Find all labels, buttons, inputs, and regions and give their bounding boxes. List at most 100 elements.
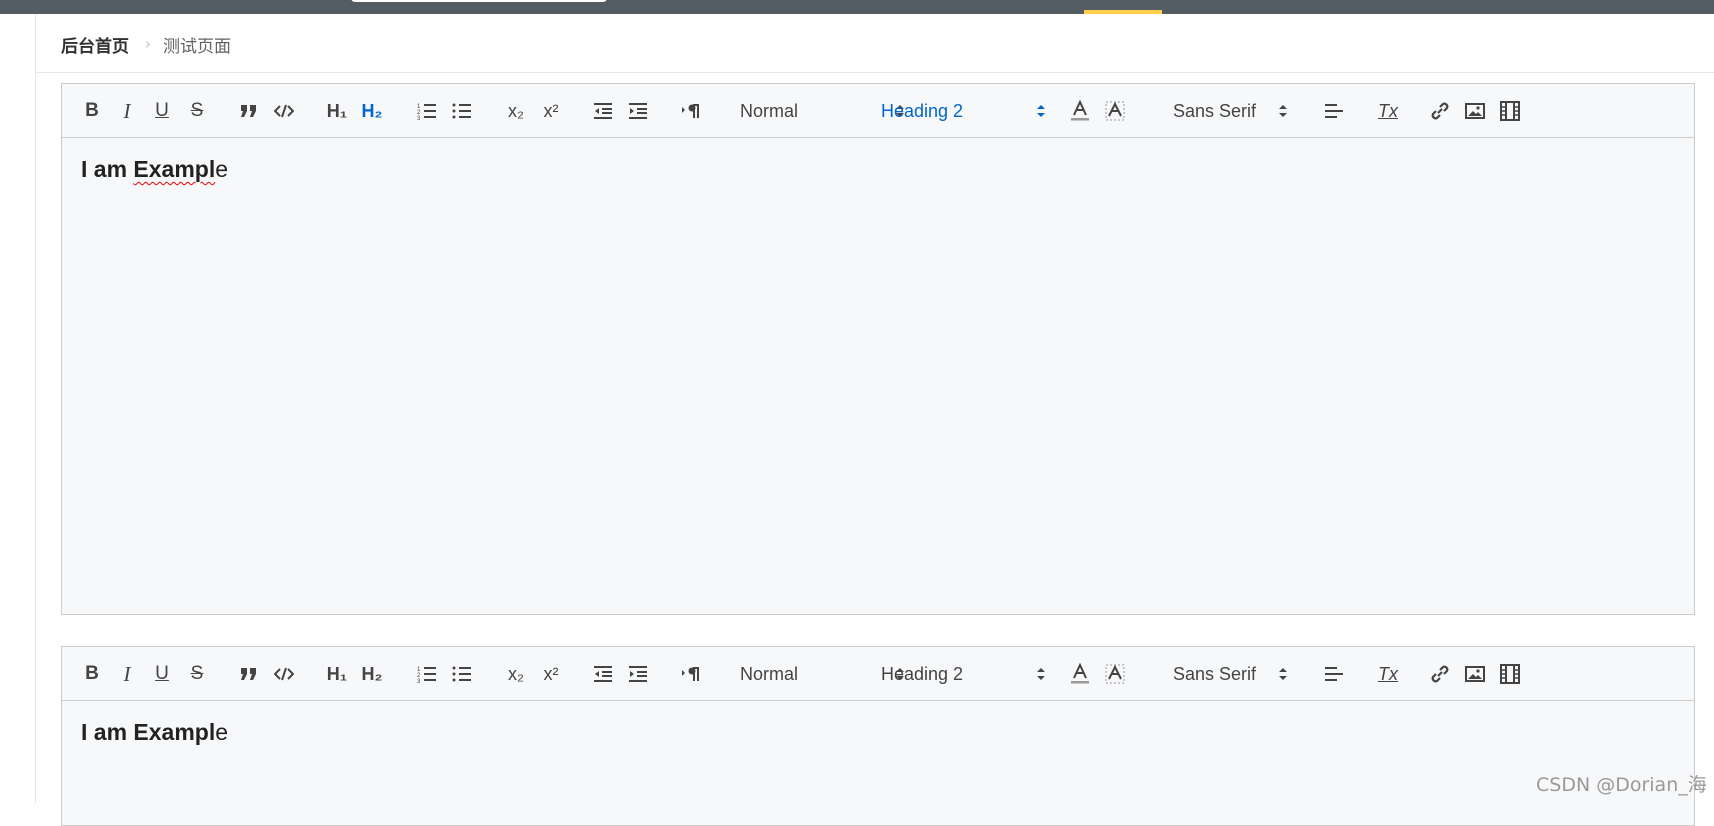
align-button[interactable]	[1323, 660, 1345, 688]
video-button[interactable]	[1499, 660, 1521, 688]
link-button[interactable]	[1429, 97, 1451, 125]
chevron-updown-icon	[1037, 668, 1045, 680]
text-direction-button[interactable]	[680, 97, 702, 125]
clear-format-button[interactable]: Tx	[1376, 660, 1400, 688]
sidebar	[0, 14, 36, 803]
breadcrumb-home[interactable]: 后台首页	[61, 32, 129, 57]
indent-icon	[629, 103, 647, 119]
navbar-search-box[interactable]	[351, 0, 607, 2]
video-button[interactable]	[1499, 97, 1521, 125]
link-icon	[1431, 665, 1449, 683]
chevron-updown-icon	[1279, 668, 1287, 680]
chevron-updown-icon	[1279, 105, 1287, 117]
content-text-tail: e	[215, 156, 229, 182]
blockquote-button[interactable]	[238, 97, 260, 125]
subscript-button[interactable]: x₂	[504, 97, 528, 125]
ordered-list-icon: 123	[417, 667, 436, 683]
text-color-icon	[1071, 100, 1089, 121]
outdent-button[interactable]	[592, 660, 614, 688]
text-direction-button[interactable]	[680, 660, 702, 688]
italic-button[interactable]: I	[117, 97, 137, 125]
align-button[interactable]	[1323, 97, 1345, 125]
superscript-button[interactable]: x²	[539, 660, 563, 688]
link-button[interactable]	[1429, 660, 1451, 688]
content-text-bold: I am Exampl	[81, 156, 216, 182]
text-color-icon	[1071, 663, 1089, 684]
h1-icon: H₁	[326, 100, 348, 121]
strike-icon: S	[190, 663, 204, 684]
top-navbar	[0, 0, 1714, 14]
text-direction-icon	[682, 667, 699, 681]
header-picker[interactable]: Heading 2	[881, 97, 1046, 125]
subscript-icon: x₂	[508, 100, 524, 121]
h2-icon: H₂	[361, 100, 383, 121]
background-color-button[interactable]	[1104, 97, 1126, 125]
size-picker-label: Normal	[740, 100, 799, 121]
bullet-list-button[interactable]	[451, 97, 473, 125]
strike-button[interactable]: S	[187, 660, 207, 688]
align-left-icon	[1325, 667, 1343, 681]
header-picker-label: Heading 2	[881, 663, 964, 684]
text-color-button[interactable]	[1069, 660, 1091, 688]
subscript-button[interactable]: x₂	[504, 660, 528, 688]
superscript-button[interactable]: x²	[539, 97, 563, 125]
code-block-button[interactable]	[273, 660, 295, 688]
header-1-button[interactable]: H₁	[324, 660, 350, 688]
blockquote-button[interactable]	[238, 660, 260, 688]
header-2-button[interactable]: H₂	[359, 660, 385, 688]
watermark: CSDN @Dorian_海	[1536, 774, 1707, 796]
text-color-button[interactable]	[1069, 97, 1091, 125]
misspelled-word: Exampl	[133, 156, 216, 182]
font-picker-label: Sans Serif	[1173, 100, 1257, 121]
outdent-icon	[594, 103, 612, 119]
font-picker[interactable]: Sans Serif	[1173, 97, 1288, 125]
content-text-tail: e	[215, 719, 229, 745]
underline-icon: U	[155, 100, 169, 121]
image-button[interactable]	[1464, 660, 1486, 688]
ordered-list-button[interactable]: 123	[416, 97, 438, 125]
code-block-button[interactable]	[273, 97, 295, 125]
bullet-list-icon	[452, 103, 471, 119]
rich-text-editor: B I U S H₁ H₂ 123 x₂ x² Normal Heading 2…	[61, 646, 1695, 826]
outdent-icon	[594, 666, 612, 682]
header-picker-label: Heading 2	[881, 100, 964, 121]
background-color-icon	[1105, 101, 1125, 121]
header-2-button[interactable]: H₂	[359, 97, 385, 125]
header-divider	[36, 72, 1714, 73]
bullet-list-icon	[452, 666, 471, 682]
underline-button[interactable]: U	[152, 97, 172, 125]
outdent-button[interactable]	[592, 97, 614, 125]
superscript-icon: x²	[543, 100, 559, 121]
italic-button[interactable]: I	[117, 660, 137, 688]
header-1-button[interactable]: H₁	[324, 97, 350, 125]
underline-icon: U	[155, 663, 169, 684]
bold-button[interactable]: B	[82, 97, 102, 125]
editor-content[interactable]: I am Example	[62, 701, 1694, 764]
blockquote-icon	[241, 105, 256, 117]
bullet-list-button[interactable]	[451, 660, 473, 688]
navbar-active-indicator	[1084, 10, 1162, 14]
indent-button[interactable]	[627, 660, 649, 688]
indent-button[interactable]	[627, 97, 649, 125]
rich-text-editor: B I U S H₁ H₂ 123 x₂ x² Normal Heading 2…	[61, 83, 1695, 615]
editor-toolbar: B I U S H₁ H₂ 123 x₂ x² Normal Heading 2…	[62, 84, 1694, 138]
underline-button[interactable]: U	[152, 660, 172, 688]
font-picker[interactable]: Sans Serif	[1173, 660, 1288, 688]
italic-icon: I	[123, 661, 131, 686]
image-button[interactable]	[1464, 97, 1486, 125]
breadcrumb: 后台首页 › 测试页面	[61, 32, 231, 57]
font-picker-label: Sans Serif	[1173, 663, 1257, 684]
ordered-list-button[interactable]: 123	[416, 660, 438, 688]
bold-icon: B	[85, 100, 99, 121]
image-icon	[1465, 666, 1485, 682]
clear-format-button[interactable]: Tx	[1376, 97, 1400, 125]
header-picker[interactable]: Heading 2	[881, 660, 1046, 688]
blockquote-icon	[241, 668, 256, 680]
strike-button[interactable]: S	[187, 97, 207, 125]
link-icon	[1431, 102, 1449, 120]
editor-content[interactable]: I am Example	[62, 138, 1694, 201]
align-left-icon	[1325, 104, 1343, 118]
background-color-button[interactable]	[1104, 660, 1126, 688]
bold-button[interactable]: B	[82, 660, 102, 688]
code-icon	[274, 667, 294, 681]
